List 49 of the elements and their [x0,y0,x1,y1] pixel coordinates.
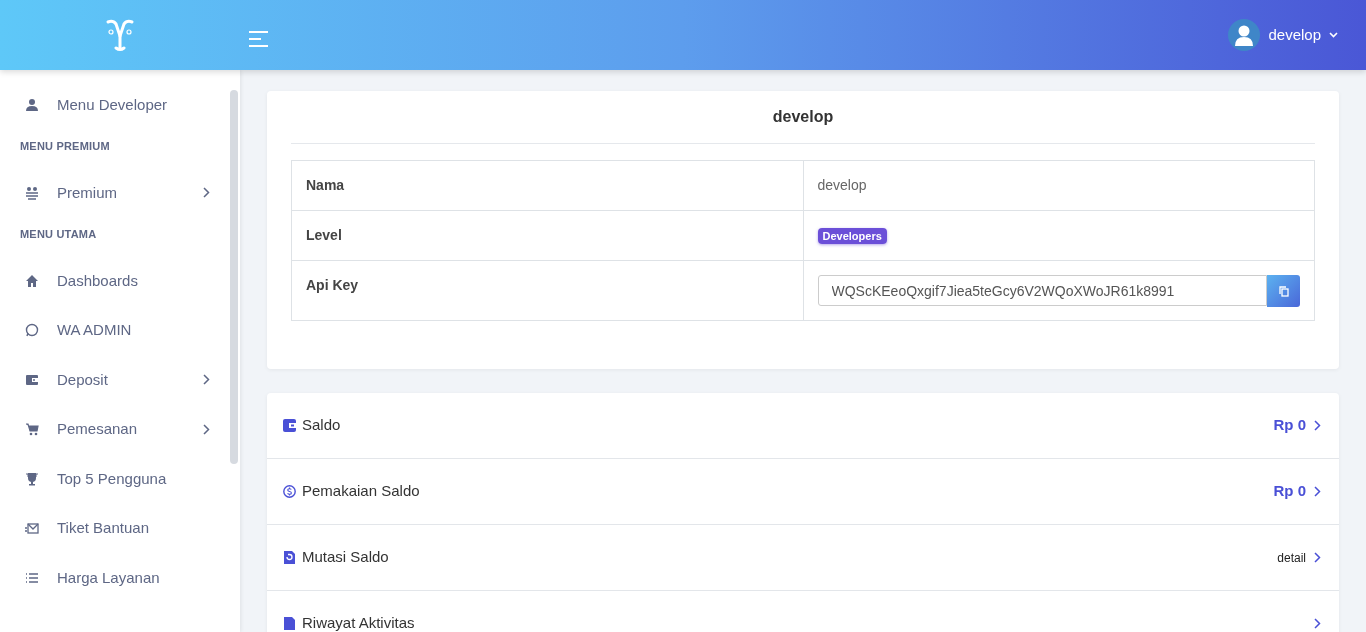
api-key-field[interactable]: WQScKEeoQxgif7Jiea5teGcy6V2WQoXWoJR61k8991 [817,275,1267,306]
trophy-icon [25,471,39,486]
table-cell: Nama [291,160,803,211]
cart-icon [25,422,39,437]
logo-icon [105,18,135,52]
table-cell: Level [291,210,803,261]
list-row[interactable]: Saldo Rp 0 [267,393,1339,459]
balance-value: Rp 0 [1273,415,1306,436]
dollar-coin-icon [283,485,296,498]
document-icon [283,551,296,564]
sidebar-item[interactable]: Dashboards [0,256,230,306]
scrollbar-thumb[interactable] [230,90,238,464]
section-heading: MENU UTAMA [19,226,98,242]
chat-icon [25,323,39,338]
copy-icon [1278,285,1289,297]
sidebar-item[interactable]: Top 5 Pengguna [0,454,230,504]
section-heading: MENU PREMIUM [19,138,111,154]
people-icon [25,185,39,200]
sidebar-item[interactable]: Tiket Bantuan [0,503,230,553]
avatar-icon[interactable] [1228,19,1261,51]
list-row[interactable]: Mutasi Saldo detail [267,525,1339,591]
chevron-icon [1314,486,1321,497]
chevron-icon [1314,618,1321,629]
list-row[interactable]: Riwayat Aktivitas [267,591,1339,632]
sidebar-item[interactable]: Harga Layanan [0,553,230,603]
sidebar-item[interactable]: WA ADMIN [0,305,230,355]
sidebar-item[interactable]: Menu Developer [0,80,230,130]
table-cell: Api Key [291,260,803,321]
balance-value: Rp 0 [1273,481,1306,502]
wallet-icon [25,372,39,387]
level-badge: Developers [817,228,887,244]
sidebar-item[interactable]: Premium [0,168,230,218]
list-icon [25,570,39,585]
profile-title: develop [291,91,1315,144]
chevron-icon [1314,420,1321,431]
chevron-icon [1314,552,1321,563]
table-cell: develop [803,160,1315,211]
copy-button[interactable] [1267,275,1300,307]
home-icon [25,273,39,288]
document-icon [283,617,296,630]
balance-value: detail [1277,549,1306,567]
envelope-icon [25,521,39,536]
caret-icon[interactable] [1329,32,1338,38]
sidebar-item[interactable]: Deposit [0,355,230,405]
user-name[interactable]: develop [1268,23,1321,47]
sidebar-item[interactable]: Pemesanan [0,404,230,454]
user-icon [25,97,39,112]
list-row[interactable]: Pemakaian Saldo Rp 0 [267,459,1339,525]
wallet-icon [283,419,296,432]
